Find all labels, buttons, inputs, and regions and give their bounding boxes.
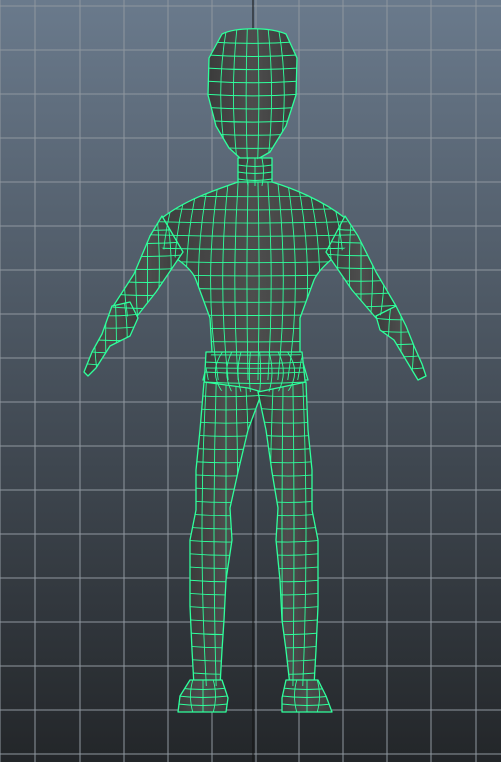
viewport-canvas[interactable]: [0, 0, 501, 762]
3d-viewport[interactable]: [0, 0, 501, 762]
